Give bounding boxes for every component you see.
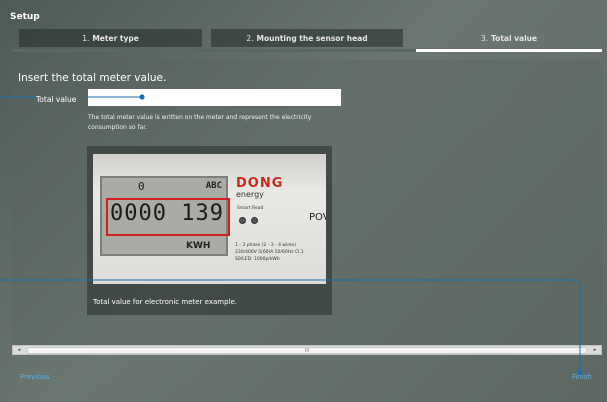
horizontal-scrollbar[interactable]: ◂ III ▸ <box>12 345 602 355</box>
step-3-label: Total value <box>491 33 538 43</box>
scroll-left-arrow-icon[interactable]: ◂ <box>14 346 24 354</box>
meter-led-icon <box>239 217 246 224</box>
value-highlight-box <box>106 198 230 236</box>
lcd-unit: KWH <box>186 241 211 251</box>
meter-specs: 1 - 3 phase (2 - 3 - 4 wires) 230/400V 5… <box>235 243 304 262</box>
step-progress-fill <box>416 49 602 52</box>
meter-lcd: 0 ABC 0000 139 KWH <box>100 176 230 256</box>
smart-read-label: Smart Read <box>237 206 264 211</box>
step-1-label: Meter type <box>92 33 139 43</box>
window-title: Setup <box>10 12 40 22</box>
step-1: 1. Meter type <box>19 29 202 47</box>
step-2-number: 2. <box>246 33 254 43</box>
meter-brand: DONG <box>236 176 284 191</box>
step-progress-bar <box>12 49 602 52</box>
finish-button[interactable]: Finish <box>572 373 592 381</box>
meter-led-icon <box>251 217 258 224</box>
example-image-card: 0 ABC 0000 139 KWH DONG energy Smart Rea… <box>87 146 332 315</box>
lcd-top-digit: 0 <box>138 180 145 193</box>
meter-side-label: POV <box>309 212 326 223</box>
step-2: 2. Mounting the sensor head <box>211 29 403 47</box>
step-3: 3. Total value <box>416 29 602 47</box>
scrollbar-thumb[interactable]: III <box>27 347 587 354</box>
step-indicator: 1. Meter type 2. Mounting the sensor hea… <box>12 29 602 52</box>
total-value-input[interactable] <box>88 89 341 106</box>
form-heading: Insert the total meter value. <box>18 72 167 84</box>
meter-photo: 0 ABC 0000 139 KWH DONG energy Smart Rea… <box>93 154 326 284</box>
scroll-right-arrow-icon[interactable]: ▸ <box>590 346 600 354</box>
lcd-abc: ABC <box>205 181 222 191</box>
step-3-number: 3. <box>480 33 489 43</box>
meter-brand-sub: energy <box>236 190 264 199</box>
previous-button[interactable]: Previous <box>20 373 50 381</box>
help-text: The total meter value is written on the … <box>88 114 312 131</box>
step-1-number: 1. <box>82 33 90 43</box>
total-value-label: Total value <box>36 95 77 104</box>
step-2-label: Mounting the sensor head <box>256 33 368 43</box>
image-caption: Total value for electronic meter example… <box>93 298 238 306</box>
